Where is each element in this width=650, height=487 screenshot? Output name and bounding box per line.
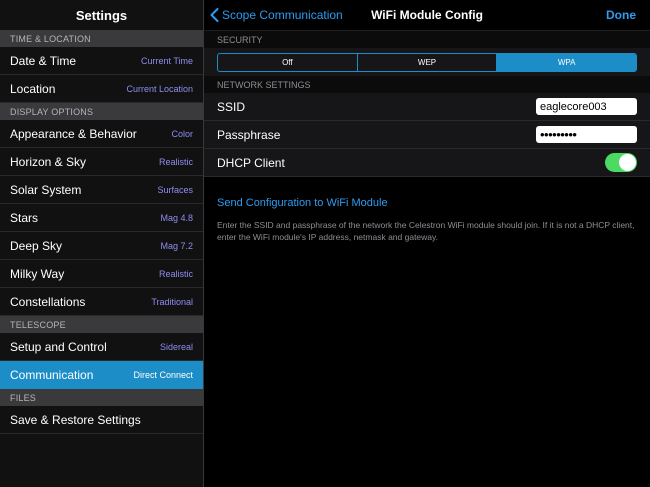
sidebar-item-value: Realistic <box>158 268 193 279</box>
sidebar-item-location[interactable]: Location Current Location <box>0 75 203 103</box>
section-header-display-options: DISPLAY OPTIONS <box>0 103 203 120</box>
segment-off[interactable]: Off <box>218 53 358 71</box>
security-header: SECURITY <box>204 31 650 48</box>
settings-sidebar: Settings TIME & LOCATION Date & Time Cur… <box>0 0 203 487</box>
sidebar-item-label: Communication <box>10 367 94 382</box>
passphrase-row: Passphrase ••••••••• <box>204 121 650 149</box>
sidebar-item-communication[interactable]: Communication Direct Connect <box>0 361 203 389</box>
segment-wpa[interactable]: WPA <box>497 53 636 71</box>
back-button-label: Scope Communication <box>222 8 343 22</box>
ssid-row: SSID eaglecore003 <box>204 93 650 121</box>
help-text: Enter the SSID and passphrase of the net… <box>217 220 635 242</box>
sidebar-item-value: Direct Connect <box>133 369 193 380</box>
sidebar-item-value: Surfaces <box>157 184 193 195</box>
sidebar-item-value: Mag 7.2 <box>160 240 193 251</box>
sidebar-item-milky-way[interactable]: Milky Way Realistic <box>0 260 203 288</box>
passphrase-field[interactable]: ••••••••• <box>536 126 637 143</box>
sidebar-item-label: Horizon & Sky <box>10 154 87 169</box>
sidebar-item-label: Deep Sky <box>10 238 63 253</box>
detail-pane: Scope Communication WiFi Module Config D… <box>204 0 650 487</box>
sidebar-item-label: Milky Way <box>10 266 65 281</box>
sidebar-item-value: Traditional <box>151 296 193 307</box>
sidebar-item-appearance[interactable]: Appearance & Behavior Color <box>0 120 203 148</box>
sidebar-item-date-time[interactable]: Date & Time Current Time <box>0 47 203 75</box>
segment-wep[interactable]: WEP <box>358 53 498 71</box>
sidebar-item-solar-system[interactable]: Solar System Surfaces <box>0 176 203 204</box>
sidebar-item-value: Mag 4.8 <box>160 212 193 223</box>
send-configuration-button[interactable]: Send Configuration to WiFi Module <box>204 197 388 209</box>
sidebar-item-label: Save & Restore Settings <box>10 412 141 427</box>
security-segmented-control: Off WEP WPA <box>217 52 637 72</box>
sidebar-item-label: Solar System <box>10 182 82 197</box>
chevron-left-icon <box>210 8 219 22</box>
sidebar-item-constellations[interactable]: Constellations Traditional <box>0 288 203 316</box>
toggle-knob <box>619 154 636 171</box>
back-button[interactable]: Scope Communication <box>210 0 343 30</box>
page-title: WiFi Module Config <box>371 8 483 22</box>
sidebar-item-label: Appearance & Behavior <box>10 126 137 141</box>
sidebar-item-label: Setup and Control <box>10 339 107 354</box>
sidebar-item-label: Date & Time <box>10 53 77 68</box>
sidebar-item-label: Constellations <box>10 294 86 309</box>
sidebar-item-value: Current Location <box>126 83 193 94</box>
dhcp-row: DHCP Client <box>204 149 650 177</box>
section-header-telescope: TELESCOPE <box>0 316 203 333</box>
sidebar-item-setup-control[interactable]: Setup and Control Sidereal <box>0 333 203 361</box>
sidebar-item-label: Location <box>10 81 56 96</box>
dhcp-label: DHCP Client <box>217 155 285 170</box>
sidebar-item-horizon-sky[interactable]: Horizon & Sky Realistic <box>0 148 203 176</box>
section-header-files: FILES <box>0 389 203 406</box>
sidebar-item-value: Color <box>171 128 193 139</box>
network-settings-header: NETWORK SETTINGS <box>204 76 650 93</box>
sidebar-item-value: Sidereal <box>159 341 193 352</box>
ssid-field[interactable]: eaglecore003 <box>536 98 637 115</box>
navigation-bar: Scope Communication WiFi Module Config D… <box>204 0 650 31</box>
ssid-label: SSID <box>217 99 246 114</box>
sidebar-item-value: Realistic <box>158 156 193 167</box>
done-button[interactable]: Done <box>606 0 636 30</box>
sidebar-item-stars[interactable]: Stars Mag 4.8 <box>0 204 203 232</box>
dhcp-toggle[interactable] <box>605 153 637 172</box>
sidebar-item-deep-sky[interactable]: Deep Sky Mag 7.2 <box>0 232 203 260</box>
passphrase-label: Passphrase <box>217 127 281 142</box>
sidebar-title: Settings <box>75 7 128 23</box>
sidebar-item-label: Stars <box>10 210 39 225</box>
sidebar-item-value: Current Time <box>140 55 193 66</box>
section-header-time-location: TIME & LOCATION <box>0 30 203 47</box>
security-row: Off WEP WPA <box>204 48 650 76</box>
sidebar-item-save-restore[interactable]: Save & Restore Settings <box>0 406 203 434</box>
